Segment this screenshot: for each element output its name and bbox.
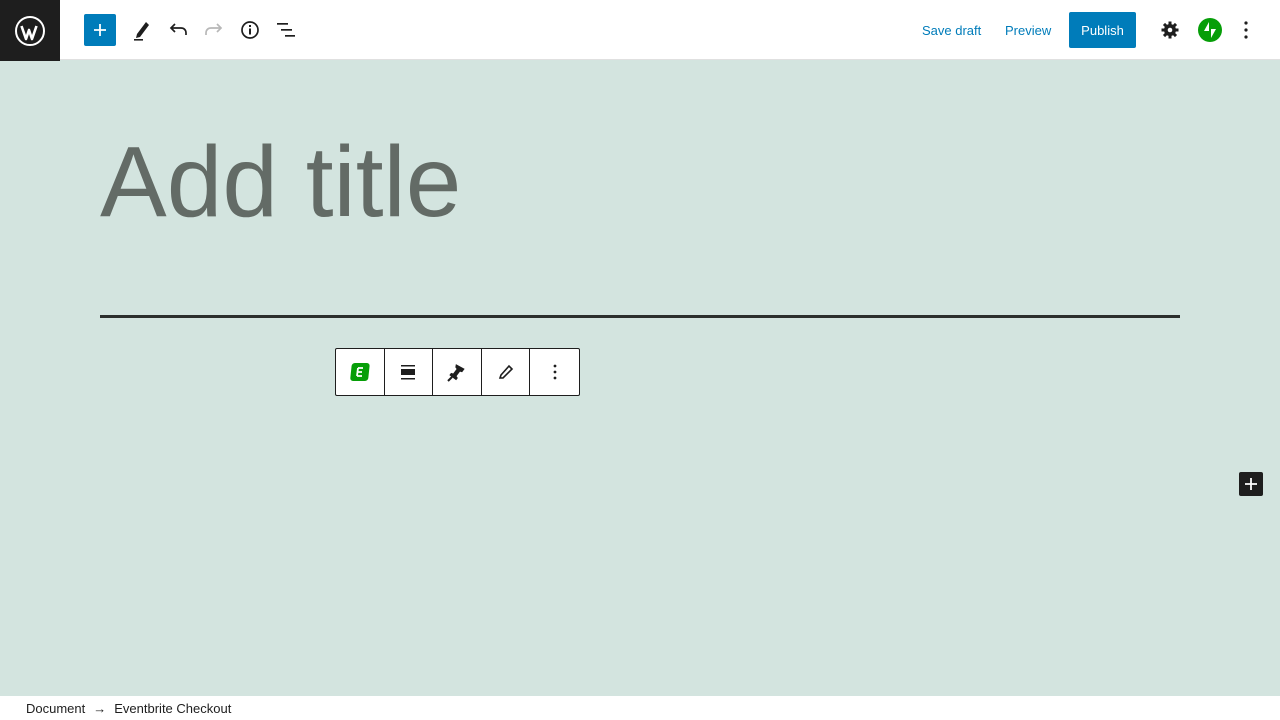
pencil-icon xyxy=(498,364,513,379)
redo-button[interactable] xyxy=(203,19,225,41)
publish-button[interactable]: Publish xyxy=(1069,12,1136,48)
edit-button[interactable] xyxy=(482,349,531,395)
pencil-icon xyxy=(134,22,149,41)
pin-icon xyxy=(447,364,465,382)
side-inserter-button[interactable] xyxy=(1239,472,1263,496)
plus-icon xyxy=(1245,478,1257,490)
options-button[interactable] xyxy=(1236,18,1256,42)
block-options-button[interactable] xyxy=(530,349,579,395)
list-view-icon xyxy=(277,23,295,37)
jetpack-icon xyxy=(1198,18,1222,42)
more-vertical-icon xyxy=(553,364,557,380)
details-button[interactable] xyxy=(239,19,261,41)
align-button[interactable] xyxy=(385,349,434,395)
jetpack-button[interactable] xyxy=(1198,18,1222,42)
tools-button[interactable] xyxy=(131,18,153,42)
eventbrite-block-button[interactable] xyxy=(336,349,385,395)
breadcrumb: Document → Eventbrite Checkout xyxy=(0,696,1280,720)
settings-button[interactable] xyxy=(1158,18,1182,42)
more-vertical-icon xyxy=(1244,21,1248,39)
redo-icon xyxy=(205,23,223,35)
plus-icon xyxy=(94,24,106,36)
separator-block[interactable] xyxy=(100,315,1180,318)
align-icon xyxy=(401,365,416,380)
post-title-input[interactable]: Add title xyxy=(100,122,1000,242)
info-icon xyxy=(241,21,259,39)
wordpress-logo[interactable] xyxy=(0,0,60,61)
breadcrumb-separator: → xyxy=(93,700,107,716)
breadcrumb-current-block[interactable]: Eventbrite Checkout xyxy=(114,701,231,716)
breadcrumb-document[interactable]: Document xyxy=(26,701,85,716)
gear-icon xyxy=(1161,21,1179,39)
undo-icon xyxy=(169,23,187,35)
preview-button[interactable]: Preview xyxy=(1005,12,1051,48)
block-toolbar xyxy=(335,348,580,396)
wordpress-icon xyxy=(15,15,45,46)
undo-button[interactable] xyxy=(167,19,189,41)
add-block-button[interactable] xyxy=(84,14,116,46)
editor-header: Save draft Preview Publish xyxy=(0,0,1280,61)
save-draft-button[interactable]: Save draft xyxy=(922,12,981,48)
eventbrite-icon xyxy=(350,363,370,381)
pin-button[interactable] xyxy=(433,349,482,395)
list-view-button[interactable] xyxy=(275,19,297,41)
